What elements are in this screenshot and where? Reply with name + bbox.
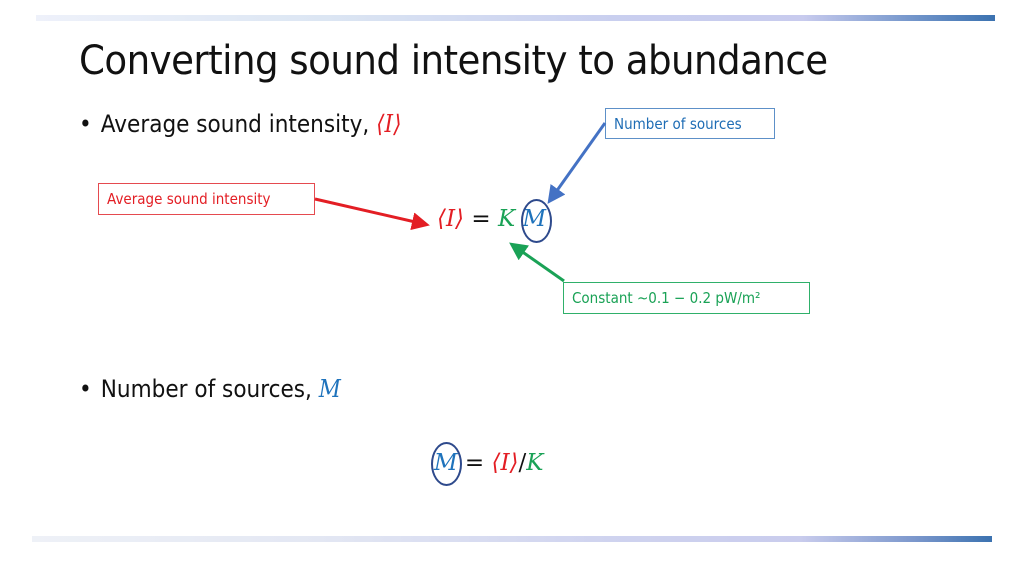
bottom-accent-bar: [32, 536, 992, 542]
arrow-sources: [547, 122, 607, 204]
arrow-constant: [509, 242, 565, 283]
arrow-intensity: [314, 197, 430, 231]
arrows-layer: [314, 122, 607, 283]
